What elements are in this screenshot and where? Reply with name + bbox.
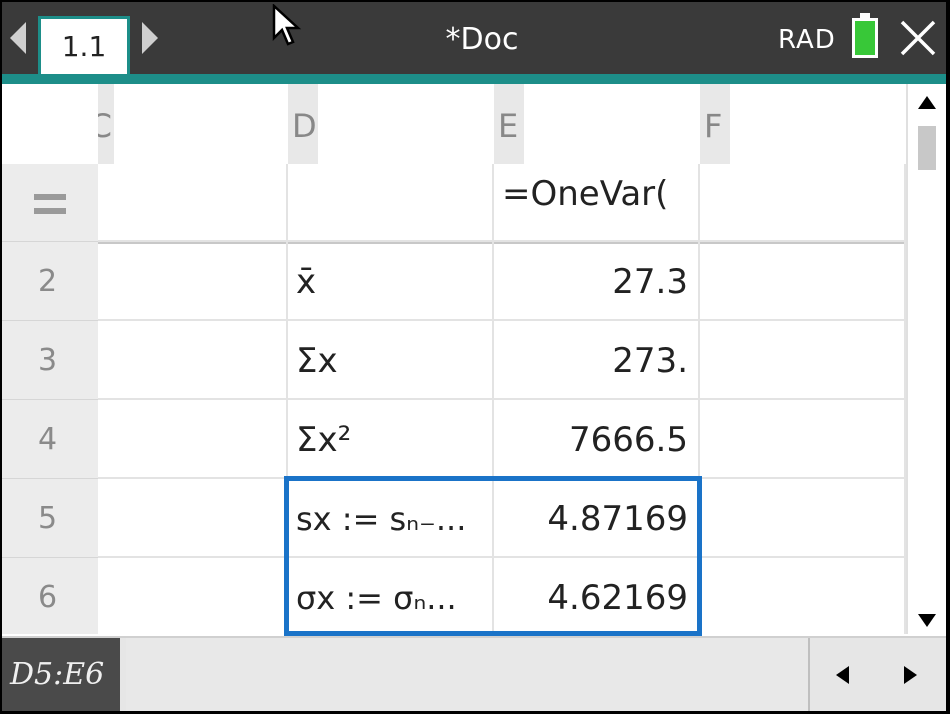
cell-d4[interactable]: Σx² [288, 400, 494, 479]
cell-f3[interactable] [700, 321, 906, 400]
cell-d3[interactable]: Σx [288, 321, 494, 400]
formula-cell-d[interactable] [288, 164, 494, 242]
cell-c6[interactable] [98, 558, 288, 634]
formula-text: =OneVar( [502, 174, 669, 214]
cell-reference[interactable]: D5:E6 [2, 638, 120, 711]
selection-highlight [284, 476, 702, 636]
cell-f6[interactable] [700, 558, 906, 634]
scroll-down-arrow-icon[interactable] [918, 614, 936, 627]
cell-d2[interactable]: x̄ [288, 242, 494, 321]
next-tab-arrow-icon[interactable] [142, 22, 158, 54]
cell-c4[interactable] [98, 400, 288, 479]
row-number[interactable]: 2 [2, 242, 98, 321]
column-header-c[interactable]: C [98, 84, 114, 164]
equals-icon [34, 194, 66, 214]
title-bar: 1.1 *Doc RAD [2, 2, 946, 84]
row-number[interactable]: 4 [2, 400, 98, 479]
table-row: 4 Σx² 7666.5 [2, 400, 906, 479]
vertical-scrollbar[interactable] [906, 84, 946, 634]
calculator-window: 1.1 *Doc RAD C D E F =OneVar(2 x̄ 27.3 … [2, 2, 946, 711]
document-title: *Doc [445, 22, 519, 57]
table-row: 2 x̄ 27.3 [2, 242, 906, 321]
formula-row-header [2, 164, 98, 242]
formula-cell-f[interactable] [700, 164, 906, 242]
previous-tab-arrow-icon[interactable] [10, 22, 26, 54]
column-header-row: C D E F [2, 84, 906, 164]
cell-c3[interactable] [98, 321, 288, 400]
scroll-thumb[interactable] [918, 126, 936, 170]
cell-e4[interactable]: 7666.5 [494, 400, 700, 479]
angle-mode-indicator: RAD [778, 25, 836, 55]
close-icon[interactable] [898, 18, 938, 58]
scroll-up-arrow-icon[interactable] [918, 96, 936, 109]
cell-f5[interactable] [700, 479, 906, 558]
column-header-e[interactable]: E [494, 84, 524, 164]
cell-e2[interactable]: 27.3 [494, 242, 700, 321]
table-row: 3 Σx 273. [2, 321, 906, 400]
formula-cell-c[interactable] [98, 164, 288, 242]
cell-f4[interactable] [700, 400, 906, 479]
formula-row: =OneVar( [2, 164, 906, 244]
cell-f2[interactable] [700, 242, 906, 321]
entry-line-input[interactable] [126, 638, 810, 711]
column-header-f[interactable]: F [700, 84, 730, 164]
cell-c2[interactable] [98, 242, 288, 321]
cell-e3[interactable]: 273. [494, 321, 700, 400]
mouse-pointer-icon [272, 4, 302, 46]
scroll-left-arrow-icon[interactable] [836, 666, 849, 684]
column-header-d[interactable]: D [288, 84, 318, 164]
tab-accent-strip [2, 74, 946, 84]
row-number[interactable]: 5 [2, 479, 98, 558]
row-number[interactable]: 6 [2, 558, 98, 634]
row-number[interactable]: 3 [2, 321, 98, 400]
cell-c5[interactable] [98, 479, 288, 558]
bottom-bar: D5:E6 [2, 636, 946, 711]
battery-icon [852, 18, 878, 58]
scroll-right-arrow-icon[interactable] [904, 666, 917, 684]
formula-cell-e[interactable]: =OneVar( [494, 164, 700, 242]
